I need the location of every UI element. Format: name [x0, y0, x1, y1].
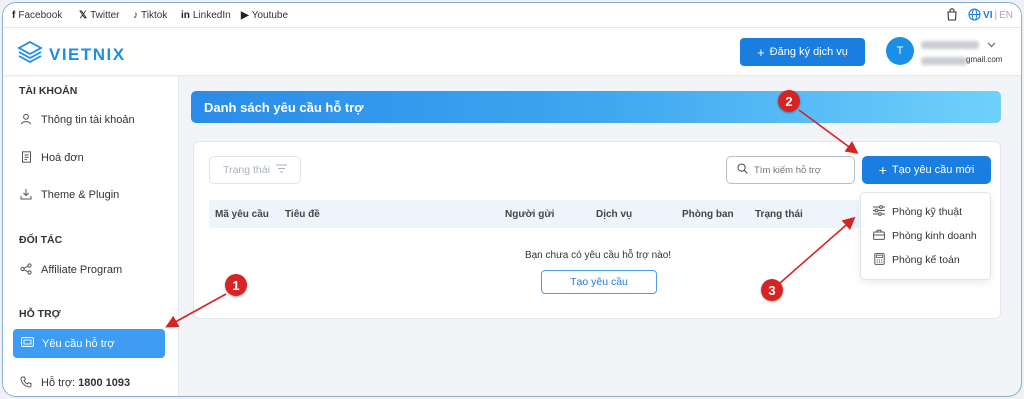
- sidebar-hotline[interactable]: Hỗ trợ: 1800 1093: [19, 373, 130, 393]
- facebook-icon: f: [12, 10, 16, 21]
- avatar[interactable]: T: [886, 37, 914, 65]
- section-partner-heading: ĐỐI TÁC: [19, 234, 63, 246]
- logo[interactable]: VIETNIX: [17, 40, 126, 69]
- search-icon: [737, 163, 748, 177]
- sidebar-item-label: Hoá đơn: [41, 152, 84, 164]
- social-label: Twitter: [90, 10, 120, 21]
- table-header: Mã yêu cầu Tiêu đề Người gửi Dịch vụ Phò…: [209, 200, 859, 228]
- dropdown-item-accounting[interactable]: Phòng kế toán: [873, 251, 960, 269]
- department-dropdown: Phòng kỹ thuật Phòng kinh doanh Phòng kế…: [860, 192, 991, 280]
- calculator-icon: [873, 252, 885, 268]
- globe-icon: [968, 7, 981, 24]
- sidebar-item-account-info[interactable]: Thông tin tài khoản: [19, 110, 135, 130]
- plus-icon: +: [878, 162, 887, 178]
- column-header: Người gửi: [505, 209, 555, 220]
- empty-create-button[interactable]: Tạo yêu cầu: [541, 270, 657, 294]
- sidebar-item-support-requests[interactable]: Yêu cầu hỗ trợ: [13, 329, 165, 358]
- youtube-icon: ▶: [241, 10, 249, 21]
- social-label: LinkedIn: [192, 10, 231, 21]
- sidebar-item-label: Thông tin tài khoản: [41, 114, 135, 126]
- sidebar-item-label: Theme & Plugin: [41, 189, 120, 201]
- column-header: Trạng thái: [755, 209, 803, 220]
- share-icon: [19, 262, 33, 278]
- create-request-label: Tạo yêu cầu mới: [891, 164, 975, 176]
- social-link-twitter[interactable]: 𝕏 Twitter: [79, 3, 120, 28]
- dropdown-item-label: Phòng kinh doanh: [892, 230, 977, 242]
- language-switcher[interactable]: VI | EN: [968, 7, 1013, 24]
- status-filter-button[interactable]: Trạng thái: [209, 156, 301, 184]
- linkedin-icon: in: [181, 10, 190, 21]
- sidebar-item-affiliate[interactable]: Affiliate Program: [19, 260, 122, 280]
- plus-icon: +: [757, 44, 765, 60]
- dropdown-item-label: Phòng kỹ thuật: [892, 206, 963, 218]
- twitter-icon: 𝕏: [79, 10, 88, 21]
- step-3-badge: 3: [761, 279, 783, 301]
- section-account-heading: TÀI KHOẢN: [19, 85, 78, 97]
- social-link-linkedin[interactable]: in LinkedIn: [181, 3, 231, 28]
- invoice-icon: [19, 150, 33, 166]
- create-request-button[interactable]: + Tạo yêu cầu mới: [862, 156, 991, 184]
- lang-separator: |: [994, 10, 998, 21]
- column-header: Dịch vụ: [596, 209, 633, 220]
- user-email-redacted: [921, 57, 967, 65]
- search-input[interactable]: [754, 164, 844, 176]
- social-link-tiktok[interactable]: ♪ Tiktok: [133, 3, 167, 28]
- section-support-heading: HỖ TRỢ: [19, 308, 61, 320]
- filter-icon: [275, 164, 287, 176]
- top-right-tools: VI | EN: [946, 3, 1013, 28]
- register-service-button[interactable]: + Đăng ký dịch vụ: [740, 38, 865, 66]
- hotline-label: Hỗ trợ:: [41, 377, 76, 389]
- lang-vi[interactable]: VI: [983, 10, 992, 21]
- sidebar-item-label: Yêu cầu hỗ trợ: [42, 337, 115, 350]
- ticket-icon: [21, 337, 34, 350]
- hotline-number: 1800 1093: [78, 377, 131, 389]
- register-label: Đăng ký dịch vụ: [769, 46, 848, 58]
- sliders-icon: [873, 205, 885, 219]
- vietnix-logo-icon: [17, 40, 43, 69]
- user-icon: [19, 113, 33, 128]
- social-label: Tiktok: [141, 10, 168, 21]
- social-label: Facebook: [18, 10, 63, 21]
- sidebar-item-label: Affiliate Program: [41, 264, 123, 276]
- page-title: Danh sách yêu cầu hỗ trợ: [204, 99, 364, 115]
- dropdown-item-label: Phòng kế toán: [892, 254, 960, 266]
- social-bar: f Facebook 𝕏 Twitter ♪ Tiktok in LinkedI…: [3, 3, 1021, 28]
- social-link-youtube[interactable]: ▶ Youtube: [241, 3, 288, 28]
- social-label: Youtube: [251, 10, 289, 21]
- step-2-badge: 2: [778, 90, 800, 112]
- column-header: Mã yêu cầu: [215, 209, 269, 220]
- step-1-badge: 1: [225, 274, 247, 296]
- cart-icon[interactable]: [946, 7, 958, 24]
- user-name-redacted: [921, 41, 979, 49]
- briefcase-icon: [873, 229, 885, 243]
- page-title-bar: Danh sách yêu cầu hỗ trợ: [191, 91, 1001, 123]
- sidebar-item-themes[interactable]: Theme & Plugin: [19, 185, 119, 205]
- status-filter-label: Trạng thái: [223, 164, 270, 176]
- social-link-facebook[interactable]: f Facebook: [12, 3, 62, 28]
- column-header: Phòng ban: [682, 209, 734, 220]
- lang-en[interactable]: EN: [999, 10, 1013, 21]
- dropdown-item-sales[interactable]: Phòng kinh doanh: [873, 227, 977, 245]
- phone-icon: [19, 376, 33, 391]
- download-tray-icon: [19, 188, 33, 203]
- user-email-suffix: gmail.com: [966, 55, 1003, 64]
- app-window: f Facebook 𝕏 Twitter ♪ Tiktok in LinkedI…: [2, 2, 1022, 397]
- tiktok-icon: ♪: [133, 10, 138, 21]
- sidebar: TÀI KHOẢN Thông tin tài khoản Hoá đơn Th…: [3, 77, 179, 396]
- chevron-down-icon[interactable]: [987, 40, 996, 50]
- sidebar-item-invoices[interactable]: Hoá đơn: [19, 148, 84, 168]
- dropdown-item-technical[interactable]: Phòng kỹ thuật: [873, 203, 962, 221]
- brand-name: VIETNIX: [49, 44, 126, 64]
- column-header: Tiêu đề: [285, 209, 320, 220]
- search-field[interactable]: [726, 156, 855, 184]
- header: VIETNIX + Đăng ký dịch vụ T gmail.com: [3, 28, 1021, 76]
